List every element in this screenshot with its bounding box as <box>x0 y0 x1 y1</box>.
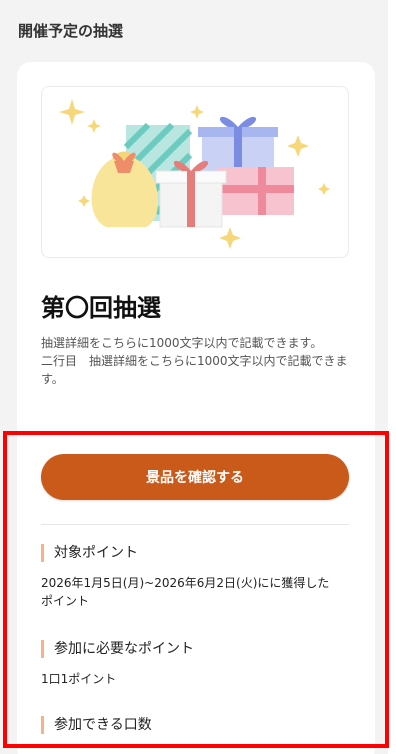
gift-illustration <box>41 86 349 258</box>
section-title: 開催予定の抽選 <box>18 22 124 40</box>
description-line-1: 抽選詳細をこちらに1000文字以内で記載できます。 <box>41 336 323 350</box>
lottery-description: 抽選詳細をこちらに1000文字以内で記載できます。 二行目 抽選詳細をこちらに1… <box>41 334 353 388</box>
page: 開催予定の抽選 第〇回抽選 抽選詳細をこちらに1000文字以内で記載できます。 … <box>0 0 396 754</box>
scrollbar-track <box>388 0 396 754</box>
lottery-title: 第〇回抽選 <box>41 294 161 322</box>
highlight-box <box>3 431 389 748</box>
gift-boxes-icon <box>59 99 330 249</box>
description-line-2: 二行目 抽選詳細をこちらに1000文字以内で記載できます。 <box>41 354 348 386</box>
